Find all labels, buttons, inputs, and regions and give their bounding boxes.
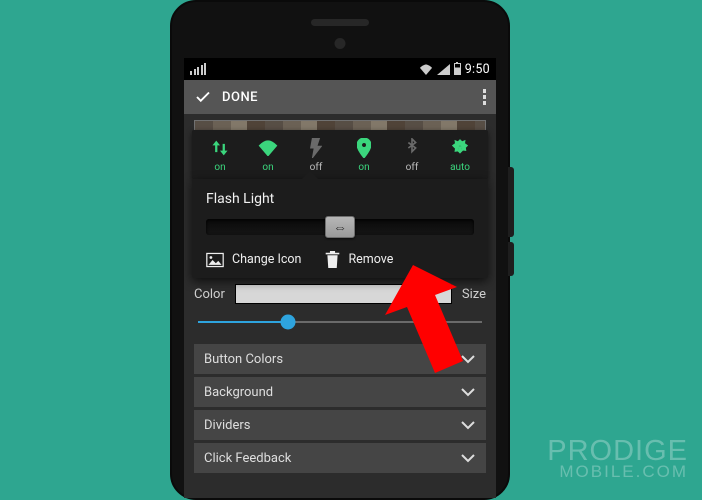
remove-label: Remove xyxy=(348,252,393,267)
remove-button[interactable]: Remove xyxy=(325,251,393,268)
done-button[interactable]: DONE xyxy=(222,90,258,105)
battery-icon xyxy=(454,63,461,75)
wifi-toggle[interactable]: on xyxy=(244,138,292,173)
data-toggle[interactable]: on xyxy=(196,138,244,173)
phone-frame: 9:50 DONE on on xyxy=(170,0,510,500)
left-status-icon xyxy=(190,63,206,75)
bluetooth-toggle[interactable]: off xyxy=(388,138,436,173)
flash-icon xyxy=(310,138,322,158)
toggle-label: on xyxy=(358,162,369,173)
wifi-icon xyxy=(258,140,278,156)
toggle-label: off xyxy=(406,162,419,173)
popup-title: Flash Light xyxy=(206,191,474,207)
color-label: Color xyxy=(194,287,225,302)
wifi-status-icon xyxy=(419,64,433,75)
overflow-menu-icon[interactable] xyxy=(483,89,487,105)
checkmark-icon xyxy=(194,88,212,106)
status-bar: 9:50 xyxy=(184,58,496,80)
watermark: PRODIGE MOBILE.COM xyxy=(547,438,688,480)
data-arrows-icon xyxy=(211,139,229,157)
phone-screen: 9:50 DONE on on xyxy=(184,58,496,498)
editor-content: on on off on off xyxy=(184,114,496,498)
toggle-editor-popup: Flash Light ⇔ Change Icon Remove xyxy=(192,179,488,278)
chevron-down-icon xyxy=(460,387,476,397)
toggle-label: on xyxy=(214,162,225,173)
toggle-strip: on on off on off xyxy=(192,130,488,179)
color-size-row: Color Size xyxy=(194,284,486,304)
signal-icon xyxy=(437,64,450,75)
row-button-colors[interactable]: Button Colors xyxy=(194,344,486,374)
chevron-down-icon xyxy=(460,420,476,430)
location-pin-icon xyxy=(357,138,371,158)
watermark-line1: PRODIGE xyxy=(547,438,688,465)
trash-icon xyxy=(325,251,340,268)
slider-thumb[interactable] xyxy=(281,315,296,330)
action-bar: DONE xyxy=(184,80,496,114)
row-label: Background xyxy=(204,385,273,400)
toggle-label: auto xyxy=(450,162,470,173)
chevron-down-icon xyxy=(460,453,476,463)
size-label: Size xyxy=(462,287,486,302)
slider-handle-icon[interactable]: ⇔ xyxy=(325,216,355,238)
size-slider[interactable] xyxy=(198,314,482,330)
bluetooth-icon xyxy=(406,138,418,158)
color-swatch[interactable] xyxy=(235,284,452,304)
flash-toggle[interactable]: off xyxy=(292,138,340,173)
image-icon xyxy=(206,252,224,268)
chevron-down-icon xyxy=(460,354,476,364)
location-toggle[interactable]: on xyxy=(340,138,388,173)
row-label: Button Colors xyxy=(204,352,283,367)
change-icon-label: Change Icon xyxy=(232,252,301,267)
row-label: Click Feedback xyxy=(204,451,291,466)
change-icon-button[interactable]: Change Icon xyxy=(206,252,301,268)
row-dividers[interactable]: Dividers xyxy=(194,410,486,440)
position-slider[interactable]: ⇔ xyxy=(206,219,474,235)
watermark-line2: MOBILE.COM xyxy=(547,464,688,480)
row-background[interactable]: Background xyxy=(194,377,486,407)
brightness-auto-icon: A xyxy=(450,138,470,158)
row-click-feedback[interactable]: Click Feedback xyxy=(194,443,486,473)
earpiece xyxy=(311,19,369,26)
clock: 9:50 xyxy=(465,62,490,77)
front-camera xyxy=(335,38,346,49)
brightness-toggle[interactable]: A auto xyxy=(436,138,484,173)
row-label: Dividers xyxy=(204,418,251,433)
toggle-label: on xyxy=(262,162,273,173)
